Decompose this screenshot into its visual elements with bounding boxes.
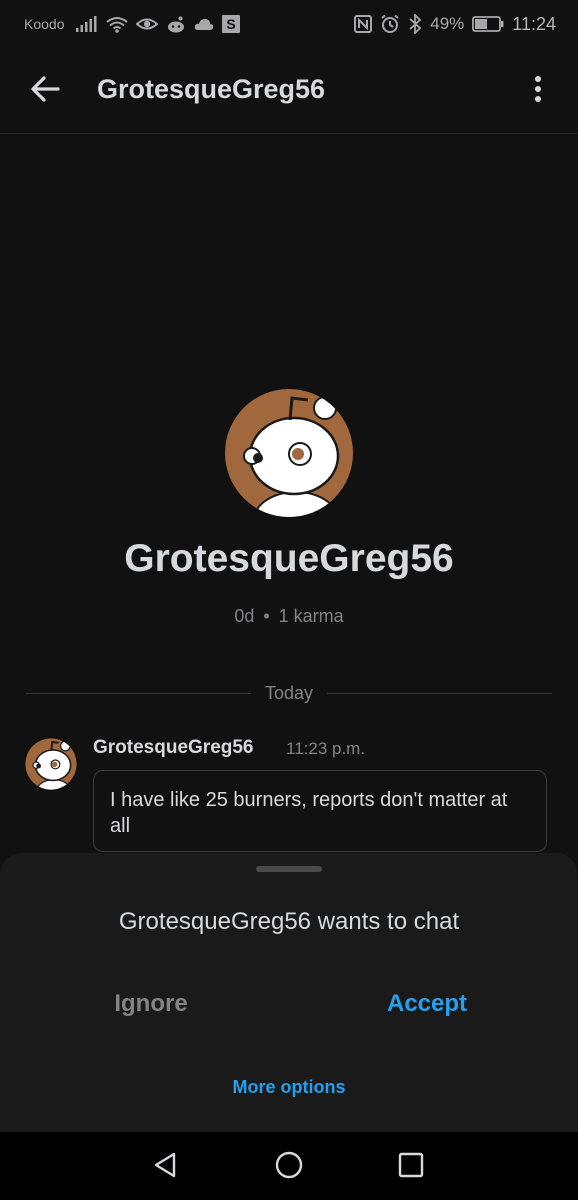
app-bar-title: GrotesqueGreg56 (97, 74, 326, 104)
carrier-label: Koodo (24, 16, 65, 32)
divider-line (26, 692, 251, 694)
signal-icon (76, 16, 98, 32)
recents-square-icon (397, 1151, 425, 1184)
meta-separator: • (263, 606, 270, 626)
status-bar-left: Koodo S (24, 15, 241, 33)
nav-recents-button[interactable] (394, 1150, 428, 1184)
date-divider-label: Today (264, 682, 314, 703)
accept-button[interactable]: Accept (346, 986, 508, 1022)
back-triangle-icon (152, 1151, 178, 1184)
more-options-button[interactable]: More options (189, 1073, 389, 1101)
svg-text:S: S (227, 16, 236, 32)
status-bar: Koodo S 49% 11:24 (0, 0, 578, 48)
account-age: 0d (234, 606, 255, 626)
nfc-icon (354, 15, 373, 33)
arrow-left-icon (30, 75, 60, 107)
back-button[interactable] (22, 68, 68, 114)
more-options-menu-button[interactable] (518, 70, 558, 112)
message-author[interactable]: GrotesqueGreg56 (93, 737, 254, 759)
alarm-icon (380, 14, 400, 34)
sheet-drag-handle[interactable] (256, 866, 322, 872)
profile-meta: 0d • 1 karma (0, 606, 578, 627)
chat-request-title: GrotesqueGreg56 wants to chat (118, 908, 460, 935)
message-avatar[interactable] (25, 738, 77, 790)
eye-icon (136, 16, 159, 32)
app-bar: GrotesqueGreg56 (0, 48, 578, 134)
screen: Koodo S 49% 11:24 GrotesqueGreg56 Grotes… (0, 0, 578, 1200)
profile-username: GrotesqueGreg56 (124, 537, 454, 580)
cloud-icon (194, 17, 214, 31)
bluetooth-icon (408, 14, 422, 34)
more-vertical-icon (534, 75, 542, 108)
system-nav-bar (0, 1132, 578, 1200)
s-app-icon: S (222, 15, 241, 33)
home-circle-icon (274, 1150, 304, 1185)
ignore-button[interactable]: Ignore (70, 986, 232, 1022)
karma-count: 1 karma (278, 606, 344, 626)
message-timestamp: 11:23 p.m. (286, 739, 366, 758)
nav-home-button[interactable] (272, 1150, 306, 1184)
chat-request-sheet: GrotesqueGreg56 wants to chat Ignore Acc… (0, 853, 578, 1132)
nav-back-button[interactable] (148, 1150, 182, 1184)
divider-line (327, 692, 553, 694)
wifi-icon (106, 16, 129, 33)
reddit-icon (166, 16, 186, 33)
message-text: I have like 25 burners, reports don't ma… (110, 789, 508, 837)
battery-icon (472, 16, 504, 32)
status-bar-right: 49% 11:24 (354, 14, 556, 35)
clock: 11:24 (512, 13, 556, 34)
message-bubble: I have like 25 burners, reports don't ma… (93, 770, 547, 852)
battery-percent: 49% (430, 14, 465, 33)
profile-avatar[interactable] (224, 388, 354, 518)
date-divider: Today (26, 680, 553, 706)
